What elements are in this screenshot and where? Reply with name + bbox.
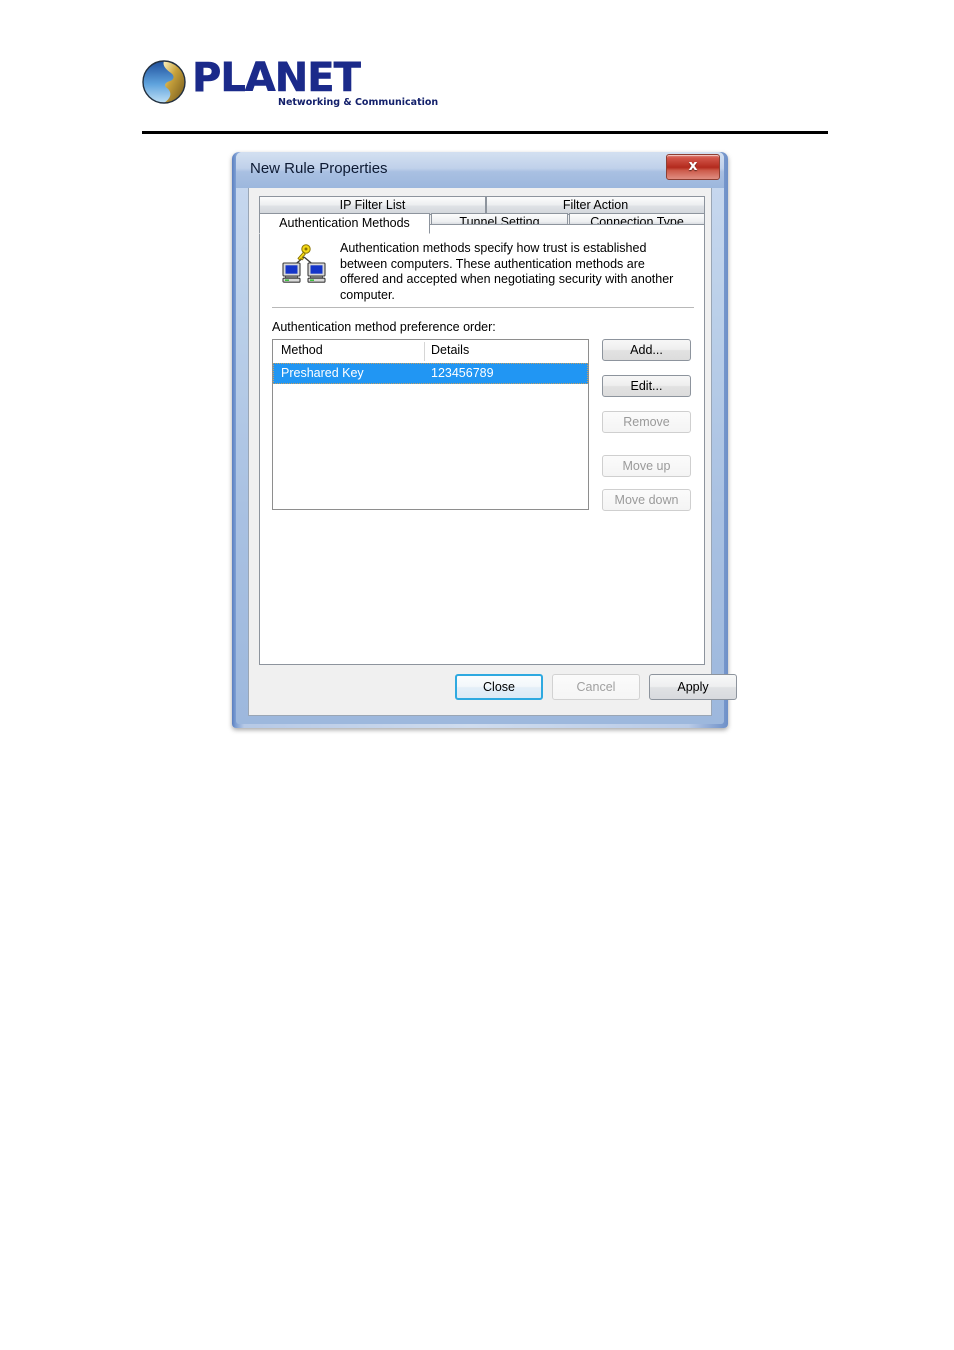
column-header-details[interactable]: Details bbox=[431, 343, 469, 357]
brand-wordmark: PLANET bbox=[192, 55, 361, 101]
cell-details: 123456789 bbox=[431, 366, 494, 380]
cancel-button: Cancel bbox=[552, 674, 640, 700]
table-row[interactable]: Preshared Key 123456789 bbox=[273, 363, 588, 384]
column-header-method[interactable]: Method bbox=[281, 343, 323, 357]
move-up-button: Move up bbox=[602, 455, 691, 477]
header-divider bbox=[142, 131, 828, 134]
edit-button[interactable]: Edit... bbox=[602, 375, 691, 397]
dialog-titlebar[interactable]: New Rule Properties x bbox=[236, 152, 724, 188]
panel-description: Authentication methods specify how trust… bbox=[340, 241, 674, 302]
close-dialog-button[interactable]: Close bbox=[455, 674, 543, 700]
close-icon: x bbox=[688, 158, 698, 174]
list-label: Authentication method preference order: bbox=[272, 320, 496, 334]
apply-button[interactable]: Apply bbox=[649, 674, 737, 700]
dialog-title: New Rule Properties bbox=[250, 160, 388, 177]
list-header-row: Method Details bbox=[273, 340, 588, 364]
dialog-footer: Close Cancel Apply bbox=[249, 667, 737, 714]
dialog-frame: New Rule Properties x IP Filter List Fil… bbox=[236, 152, 737, 724]
dialog-client-area: IP Filter List Filter Action Authenticat… bbox=[248, 188, 737, 716]
column-divider bbox=[424, 342, 425, 361]
page-header: PLANET Networking & Communication bbox=[0, 0, 954, 140]
brand-tagline: Networking & Communication bbox=[278, 97, 439, 108]
remove-button: Remove bbox=[602, 411, 691, 433]
close-button[interactable]: x bbox=[666, 154, 720, 180]
new-rule-properties-dialog: New Rule Properties x IP Filter List Fil… bbox=[232, 152, 737, 728]
tab-authentication-methods[interactable]: Authentication Methods bbox=[259, 213, 430, 234]
add-button[interactable]: Add... bbox=[602, 339, 691, 361]
authentication-methods-panel: Authentication methods specify how trust… bbox=[259, 224, 705, 665]
panel-divider bbox=[272, 307, 694, 308]
authentication-methods-list[interactable]: Method Details Preshared Key 123456789 bbox=[272, 339, 589, 510]
key-and-computers-icon bbox=[282, 244, 326, 283]
move-down-button: Move down bbox=[602, 489, 691, 511]
cell-method: Preshared Key bbox=[281, 366, 364, 380]
planet-globe-icon bbox=[142, 60, 186, 104]
planet-logo: PLANET Networking & Communication bbox=[142, 55, 438, 110]
